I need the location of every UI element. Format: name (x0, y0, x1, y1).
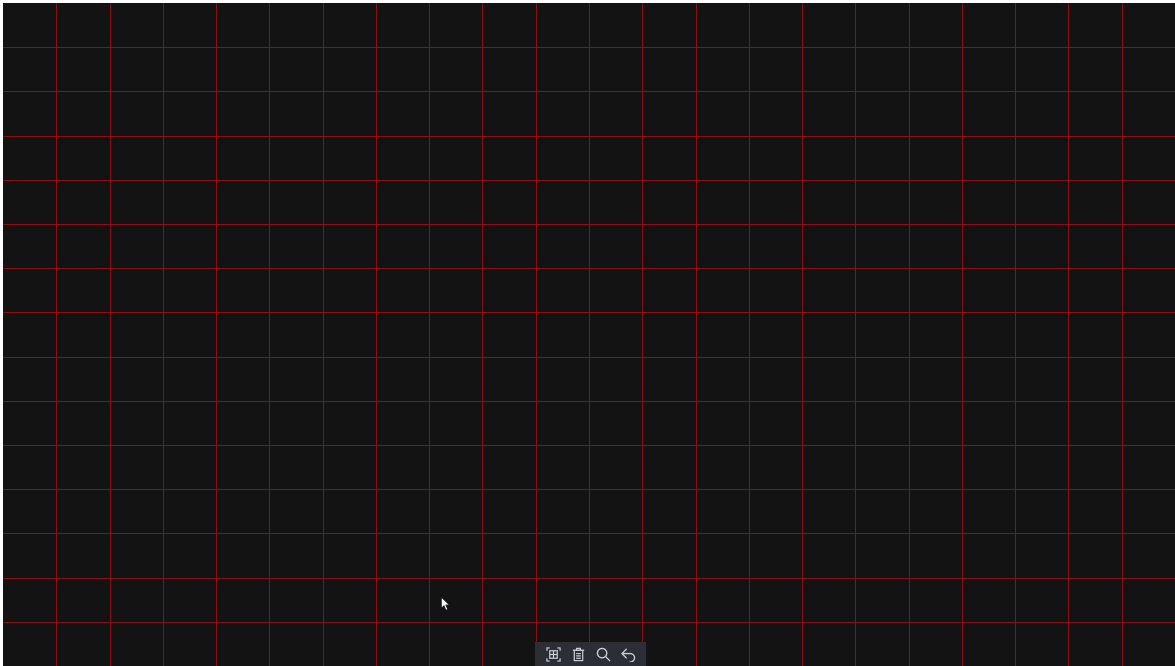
delete-icon (572, 647, 584, 661)
undo-button[interactable] (619, 645, 638, 664)
zoom-button[interactable] (594, 645, 613, 664)
detection-grid-lines (3, 3, 1175, 666)
zoom-icon (596, 647, 611, 662)
motion-detection-screen (0, 0, 1175, 666)
select-all-icon (545, 646, 561, 662)
undo-icon (620, 647, 635, 662)
detection-grid[interactable] (3, 3, 1175, 666)
select-all-button[interactable] (544, 645, 563, 664)
grid-toolbar (535, 642, 646, 666)
mouse-cursor-icon (441, 597, 450, 611)
delete-button[interactable] (569, 645, 588, 664)
